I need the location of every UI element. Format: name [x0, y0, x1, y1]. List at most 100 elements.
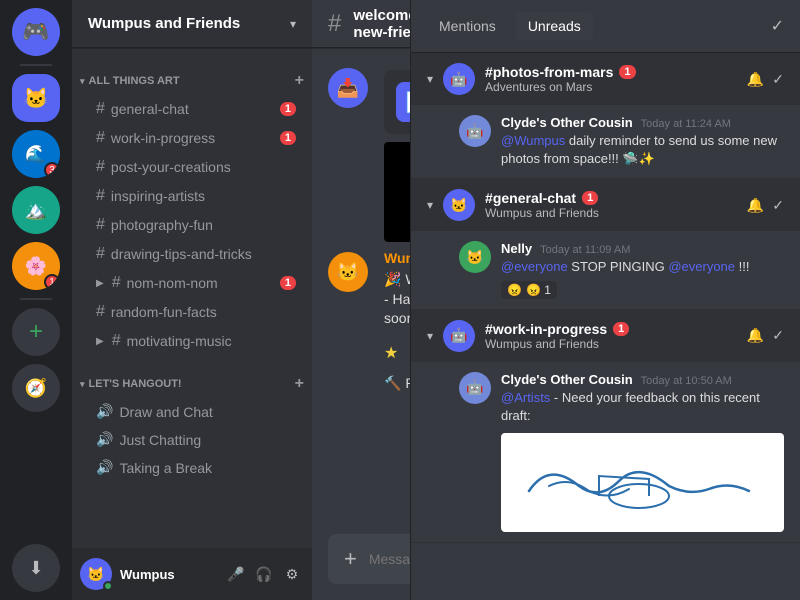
main-content: # welcome-new-friends 🔔 📌 👥 🔍 📥 ❓ 📥: [312, 0, 800, 600]
unread-author: Clyde's Other Cousin: [501, 115, 633, 130]
channel-item-random-facts[interactable]: # random-fun-facts: [80, 298, 304, 326]
channel-name-motivating: motivating-music: [127, 333, 296, 349]
channel-name-taking-break: Taking a Break: [119, 460, 296, 476]
unread-bell-icon-3[interactable]: 🔔: [747, 327, 764, 344]
msg-avatar-emoji: 🤖: [466, 123, 483, 140]
sidebar-header[interactable]: Wumpus and Friends ▾: [72, 0, 312, 48]
unread-check-icon[interactable]: ✓: [772, 71, 784, 88]
unread-badge-3: 1: [613, 322, 629, 336]
server-list-divider2: [20, 298, 52, 300]
tab-unreads[interactable]: Unreads: [516, 12, 593, 40]
channel-hash-icon: #: [96, 216, 105, 234]
channel-name-label-3: #work-in-progress: [485, 321, 607, 337]
user-settings-button[interactable]: ⚙: [280, 562, 304, 586]
mute-button[interactable]: 🎤: [224, 562, 248, 586]
app-container: 🎮 🐱 🌊 3 🏔️ 🌸 1 + 🧭 ⬇: [0, 0, 800, 600]
add-channel-art-button[interactable]: +: [295, 72, 304, 90]
unread-collapse-arrow-3[interactable]: ▾: [427, 329, 433, 343]
unread-check-icon-3[interactable]: ✓: [772, 327, 784, 344]
channel-sidebar: Wumpus and Friends ▾ ▾ ALL THINGS ART + …: [72, 0, 312, 600]
channel-hash-icon: #: [96, 158, 105, 176]
reaction-badge[interactable]: 😠 😠 1: [501, 281, 557, 299]
unread-msg-avatar-2: 🐱: [459, 241, 491, 273]
add-attachment-button[interactable]: +: [344, 534, 357, 584]
channel-name-wip: work-in-progress: [111, 130, 274, 146]
channel-item-taking-break[interactable]: 🔊 Taking a Break: [80, 454, 304, 481]
unread-item-wip: ▾ 🤖 #work-in-progress 1 Wumpus and Frien…: [411, 310, 800, 543]
unread-channel-info-3: #work-in-progress 1 Wumpus and Friends: [485, 321, 737, 351]
unread-collapse-arrow-2[interactable]: ▾: [427, 198, 433, 212]
add-channel-hangout-button[interactable]: +: [295, 375, 304, 393]
unread-channel-info: #photos-from-mars 1 Adventures on Mars: [485, 64, 737, 94]
channel-hash-icon: #: [96, 303, 105, 321]
user-avatar: 🐱: [80, 558, 112, 590]
sketch-preview: [501, 433, 784, 532]
user-info: Wumpus: [120, 567, 216, 582]
mention-everyone: @everyone: [501, 259, 568, 274]
server-title: Wumpus and Friends: [88, 15, 240, 32]
unread-msg-header-2: Nelly Today at 11:09 AM: [501, 241, 784, 256]
channel-item-draw-chat[interactable]: 🔊 Draw and Chat: [80, 398, 304, 425]
channel-item-motivating[interactable]: ▶ # motivating-music: [80, 327, 304, 355]
server-icon-2[interactable]: 🌊 3: [12, 130, 60, 178]
add-server-button[interactable]: +: [12, 308, 60, 356]
voice-channel-icon: 🔊: [96, 403, 113, 420]
server-list-divider: [20, 64, 52, 66]
tab-mentions[interactable]: Mentions: [427, 12, 508, 40]
sketch-drawing: [509, 441, 769, 521]
unread-message-2: 🐱 Nelly Today at 11:09 AM @everyone STOP…: [411, 231, 800, 308]
unread-channel-name-2: #general-chat 1: [485, 190, 737, 206]
unread-bell-icon-2[interactable]: 🔔: [747, 197, 764, 214]
channel-item-drawing-tips[interactable]: # drawing-tips-and-tricks: [80, 240, 304, 268]
wumpus-server-avatar: 🐱: [24, 86, 49, 111]
unread-channel-info-2: #general-chat 1 Wumpus and Friends: [485, 190, 737, 220]
user-avatar-emoji: 🐱: [87, 566, 104, 583]
mention-everyone-2: @everyone: [668, 259, 735, 274]
download-button[interactable]: ⬇: [12, 544, 60, 592]
download-icon: ⬇: [28, 558, 43, 579]
category-header-hangout[interactable]: ▾ LET'S HANGOUT! +: [72, 359, 312, 397]
unread-collapse-arrow[interactable]: ▾: [427, 72, 433, 86]
channel-item-inspiring-artists[interactable]: # inspiring-artists: [80, 182, 304, 210]
unread-msg-avatar-3: 🤖: [459, 372, 491, 404]
unread-time-2: Today at 11:09 AM: [540, 244, 630, 256]
unread-item-header: ▾ 🤖 #photos-from-mars 1 Adventures on Ma…: [411, 53, 800, 105]
mark-all-read-button[interactable]: ✓: [771, 16, 784, 36]
msg-avatar-emoji-2: 🐱: [466, 249, 483, 266]
unread-item-photos-mars: ▾ 🤖 #photos-from-mars 1 Adventures on Ma…: [411, 53, 800, 179]
explore-servers-button[interactable]: 🧭: [12, 364, 60, 412]
message-avatar: 📥: [328, 68, 368, 108]
channel-icon-general: 🐱: [443, 189, 475, 221]
server-icon-home[interactable]: 🎮: [12, 8, 60, 56]
mars-channel-emoji: 🤖: [450, 71, 467, 88]
category-label-art: ALL THINGS ART: [89, 75, 180, 87]
unread-bell-icon[interactable]: 🔔: [747, 71, 764, 88]
channel-hash-icon: #: [96, 129, 105, 147]
channel-item-photography[interactable]: # photography-fun: [80, 211, 304, 239]
server-menu-chevron[interactable]: ▾: [290, 17, 296, 31]
reaction-emoji: 😠: [507, 283, 522, 297]
deafen-button[interactable]: 🎧: [252, 562, 276, 586]
add-server-icon: +: [29, 318, 43, 346]
server-icon-3[interactable]: 🏔️: [12, 186, 60, 234]
unread-author-3: Clyde's Other Cousin: [501, 372, 633, 387]
server-icon-4[interactable]: 🌸 1: [12, 242, 60, 290]
server-icon-wumpus[interactable]: 🐱: [12, 74, 60, 122]
channel-item-just-chatting[interactable]: 🔊 Just Chatting: [80, 426, 304, 453]
mention-artists: @Artists: [501, 390, 550, 405]
channel-item-post-creations[interactable]: # post-your-creations: [80, 153, 304, 181]
reaction-count: 😠 1: [526, 283, 551, 297]
channel-item-work-in-progress[interactable]: # work-in-progress 1: [80, 124, 304, 152]
channel-item-nom[interactable]: ▶ # nom-nom-nom 1: [80, 269, 304, 297]
channel-hash-icon: #: [96, 100, 105, 118]
unread-message-3: 🤖 Clyde's Other Cousin Today at 10:50 AM…: [411, 362, 800, 542]
category-header-all-things-art[interactable]: ▾ ALL THINGS ART +: [72, 56, 312, 94]
msg-avatar-emoji-3: 🤖: [466, 379, 483, 396]
server3-avatar: 🏔️: [25, 200, 47, 221]
general-channel-emoji: 🐱: [450, 197, 467, 214]
channel-badge-wip: 1: [280, 131, 296, 145]
unread-msg-header: Clyde's Other Cousin Today at 11:24 AM: [501, 115, 784, 130]
category-chevron-art: ▾: [80, 76, 85, 87]
unread-check-icon-2[interactable]: ✓: [772, 197, 784, 214]
channel-item-general-chat[interactable]: # general-chat 1: [80, 95, 304, 123]
